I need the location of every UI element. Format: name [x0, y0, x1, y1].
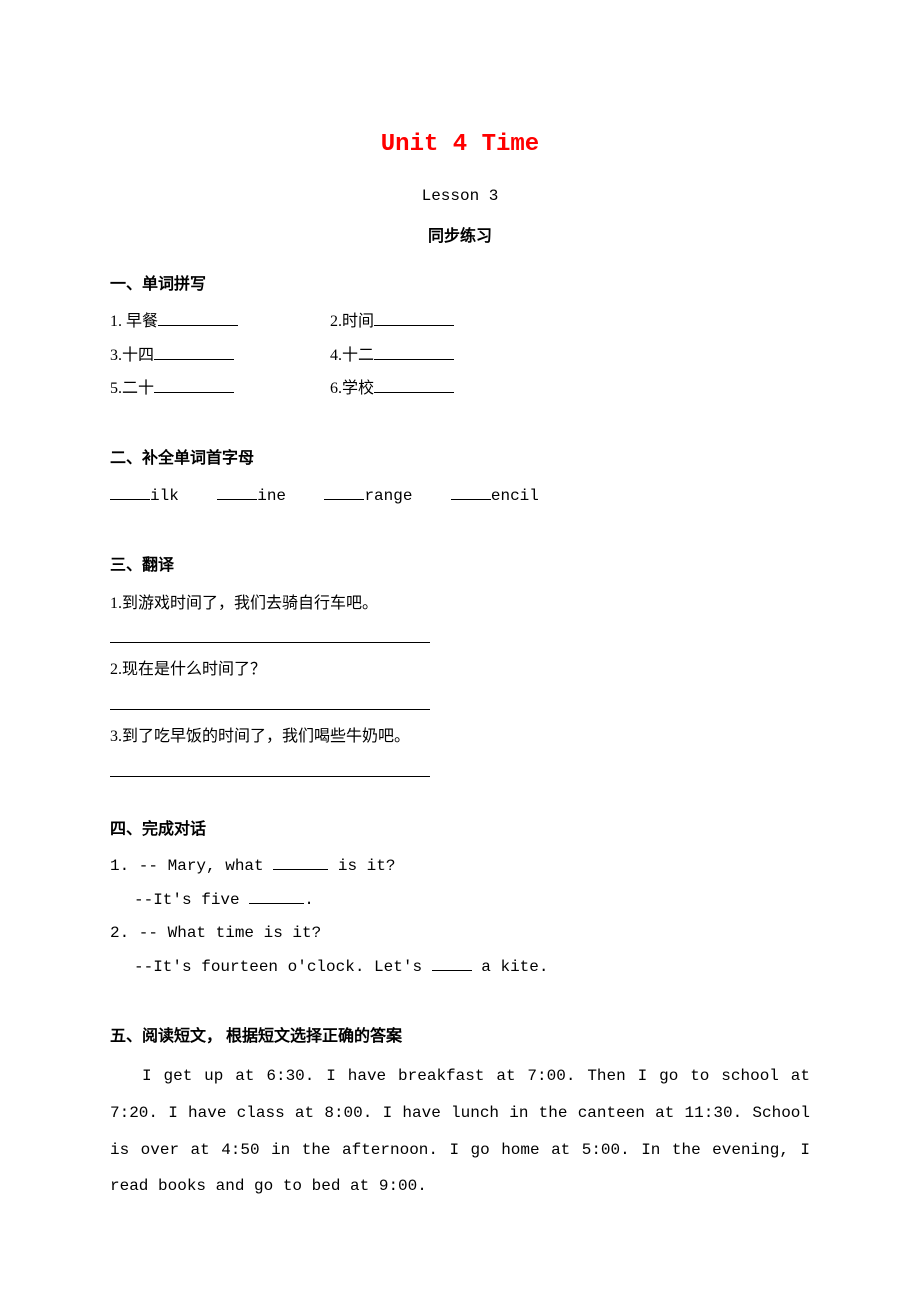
vocab-label: 1. 早餐 — [110, 313, 158, 330]
blank-line[interactable] — [273, 853, 328, 870]
answer-line[interactable] — [110, 626, 430, 643]
blank-line[interactable] — [451, 483, 491, 500]
lesson-label: Lesson 3 — [110, 180, 810, 214]
blank-line[interactable] — [374, 309, 454, 326]
vocab-item: 4.十二 — [330, 339, 550, 373]
dialogue-line: 2. -- What time is it? — [110, 917, 810, 951]
vocab-row: 1. 早餐 2.时间 — [110, 305, 810, 339]
dialogue-line: --It's fourteen o'clock. Let's a kite. — [110, 951, 810, 985]
blank-line[interactable] — [249, 887, 304, 904]
blank-line[interactable] — [154, 343, 234, 360]
vocab-label: 2.时间 — [330, 313, 374, 330]
dialogue-text: --It's fourteen o'clock. Let's — [134, 958, 432, 976]
blank-line[interactable] — [217, 483, 257, 500]
word-fragment: encil — [491, 487, 539, 505]
dialogue-text: 1. -- Mary, what — [110, 857, 273, 875]
vocab-item: 2.时间 — [330, 305, 550, 339]
answer-line[interactable] — [110, 693, 430, 710]
vocab-item: 5.二十 — [110, 372, 330, 406]
vocab-label: 4.十二 — [330, 347, 374, 364]
dialogue-text: . — [304, 891, 314, 909]
vocab-row: 5.二十 6.学校 — [110, 372, 810, 406]
section-2-heading: 二、补全单词首字母 — [110, 442, 810, 476]
section-1-heading: 一、单词拼写 — [110, 268, 810, 302]
vocab-item: 1. 早餐 — [110, 305, 330, 339]
worksheet-page: Unit 4 Time Lesson 3 同步练习 一、单词拼写 1. 早餐 2… — [0, 0, 920, 1302]
dialogue-text: is it? — [328, 857, 395, 875]
section-5-heading: 五、阅读短文， 根据短文选择正确的答案 — [110, 1020, 810, 1054]
section-3-heading: 三、翻译 — [110, 549, 810, 583]
vocab-label: 5.二十 — [110, 380, 154, 397]
dialogue-text: a kite. — [472, 958, 549, 976]
blank-line[interactable] — [110, 483, 150, 500]
subtitle: 同步练习 — [110, 220, 810, 254]
word-fragment: range — [364, 487, 412, 505]
word-fragment: ilk — [150, 487, 179, 505]
vocab-item: 6.学校 — [330, 372, 550, 406]
dialogue-line: --It's five . — [110, 884, 810, 918]
unit-title: Unit 4 Time — [110, 120, 810, 170]
reading-passage: I get up at 6:30. I have breakfast at 7:… — [110, 1058, 810, 1205]
blank-line[interactable] — [154, 376, 234, 393]
vocab-label: 6.学校 — [330, 380, 374, 397]
section-4-heading: 四、完成对话 — [110, 813, 810, 847]
blank-line[interactable] — [432, 954, 472, 971]
letter-fill-line: ilk ine range encil — [110, 480, 810, 514]
vocab-label: 3.十四 — [110, 347, 154, 364]
translate-question: 1.到游戏时间了，我们去骑自行车吧。 — [110, 587, 810, 621]
blank-line[interactable] — [324, 483, 364, 500]
blank-line[interactable] — [158, 309, 238, 326]
blank-line[interactable] — [374, 343, 454, 360]
word-fragment: ine — [257, 487, 286, 505]
translate-question: 2.现在是什么时间了？ — [110, 653, 810, 687]
translate-question: 3.到了吃早饭的时间了，我们喝些牛奶吧。 — [110, 720, 810, 754]
vocab-item: 3.十四 — [110, 339, 330, 373]
vocab-row: 3.十四 4.十二 — [110, 339, 810, 373]
dialogue-line: 1. -- Mary, what is it? — [110, 850, 810, 884]
dialogue-text: --It's five — [134, 891, 249, 909]
answer-line[interactable] — [110, 760, 430, 777]
blank-line[interactable] — [374, 376, 454, 393]
